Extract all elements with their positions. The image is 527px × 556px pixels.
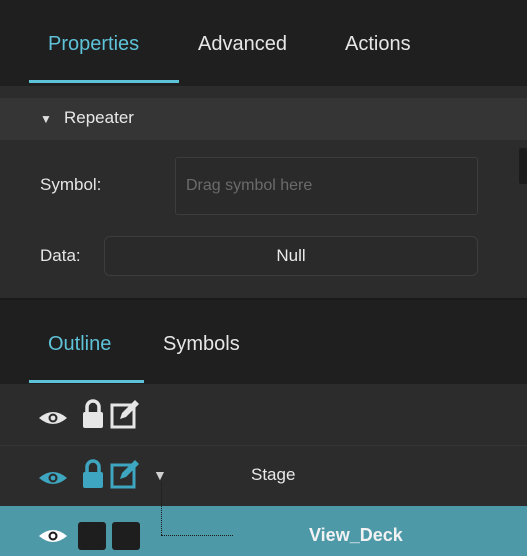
- outline-tab-bar: Outline Symbols: [0, 300, 527, 384]
- data-label: Data:: [40, 246, 81, 265]
- tab-outline[interactable]: Outline: [48, 332, 111, 356]
- tree-connector: [161, 482, 162, 535]
- eye-icon[interactable]: [38, 470, 68, 486]
- outline-item-label: View_Deck: [309, 525, 403, 545]
- tab-actions[interactable]: Actions: [345, 32, 411, 56]
- lock-icon[interactable]: [81, 398, 105, 430]
- eye-icon[interactable]: [38, 410, 68, 426]
- properties-panel: Properties Advanced Actions ▼ Repeater S…: [0, 0, 527, 556]
- symbol-label: Symbol:: [40, 175, 102, 194]
- edit-icon[interactable]: [109, 398, 141, 430]
- repeater-section-header[interactable]: ▼ Repeater: [0, 98, 527, 140]
- data-select[interactable]: Null: [104, 236, 478, 276]
- active-tab-indicator: [29, 380, 144, 383]
- symbol-drop-field[interactable]: Drag symbol here: [175, 157, 478, 215]
- eye-icon[interactable]: [38, 528, 68, 544]
- outline-header-row: [0, 386, 527, 446]
- expand-arrow-icon[interactable]: ▼: [153, 467, 167, 483]
- lock-icon[interactable]: [81, 458, 105, 490]
- edit-toggle[interactable]: [112, 522, 140, 550]
- edit-icon[interactable]: [109, 458, 141, 490]
- collapse-triangle-icon[interactable]: ▼: [40, 112, 52, 126]
- tab-advanced[interactable]: Advanced: [198, 32, 287, 56]
- repeater-section-title: Repeater: [64, 108, 134, 127]
- tab-properties[interactable]: Properties: [48, 32, 139, 56]
- scrollbar-thumb[interactable]: [519, 148, 527, 184]
- active-tab-indicator: [29, 80, 179, 83]
- tab-symbols[interactable]: Symbols: [163, 332, 240, 356]
- properties-tab-bar: Properties Advanced Actions: [0, 0, 527, 86]
- outline-item-label: Stage: [251, 465, 296, 484]
- outline-row-view-deck[interactable]: [0, 506, 527, 556]
- lock-toggle[interactable]: [78, 522, 106, 550]
- tree-connector: [161, 535, 233, 536]
